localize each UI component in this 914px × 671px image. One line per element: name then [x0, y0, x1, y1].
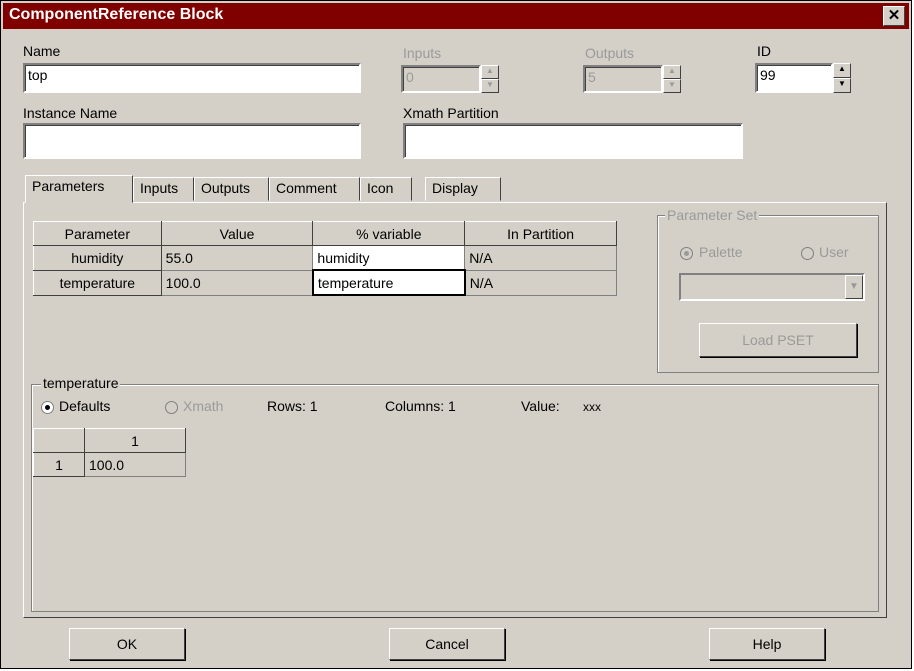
chevron-down-icon[interactable]: ▼ [845, 275, 863, 299]
instance-name-input[interactable] [23, 123, 361, 159]
tab-icon[interactable]: Icon [360, 177, 412, 201]
xmath-label: Xmath [183, 398, 224, 414]
temperature-group-title: temperature [41, 375, 121, 391]
table-cell[interactable]: humidity [312, 245, 466, 271]
help-button[interactable]: Help [709, 628, 825, 660]
name-input[interactable]: top [23, 63, 361, 93]
matrix-table[interactable]: 1 1 100.0 [33, 428, 186, 477]
name-label: Name [23, 43, 61, 59]
outputs-field[interactable]: 5 [583, 65, 663, 93]
ok-button[interactable]: OK [69, 628, 185, 660]
tab-outputs[interactable]: Outputs [194, 177, 269, 201]
xmath-partition-label: Xmath Partition [403, 105, 499, 121]
inputs-field[interactable]: 0 [401, 65, 481, 93]
rows-count: Rows: 1 [267, 398, 318, 414]
spin-down-icon[interactable]: ▼ [663, 79, 681, 93]
palette-radio[interactable] [680, 247, 693, 260]
pset-dropdown[interactable]: ▼ [679, 273, 865, 301]
id-field[interactable]: 99 [755, 63, 833, 93]
tab-inputs[interactable]: Inputs [133, 177, 194, 201]
value-text: xxx [583, 400, 601, 414]
table-cell-selected[interactable]: temperature [311, 269, 466, 296]
spin-up-icon[interactable]: ▲ [833, 63, 851, 78]
inputs-label: Inputs [403, 45, 442, 61]
spin-up-icon[interactable]: ▲ [663, 65, 681, 79]
spin-up-icon[interactable]: ▲ [481, 65, 499, 79]
table-row[interactable]: temperature 100.0 temperature N/A [33, 269, 617, 296]
palette-label: Palette [699, 244, 743, 260]
table-cell[interactable]: 100.0 [84, 452, 186, 477]
user-label: User [819, 244, 849, 260]
xmath-radio[interactable] [165, 401, 178, 414]
window-title: ComponentReference Block [9, 6, 224, 23]
table-header-row: 1 [33, 428, 186, 453]
outputs-stepper[interactable]: ▲ ▼ [663, 65, 681, 93]
table-row[interactable]: 1 100.0 [33, 452, 186, 477]
user-radio[interactable] [801, 247, 814, 260]
cancel-button[interactable]: Cancel [389, 628, 505, 660]
load-pset-button[interactable]: Load PSET [699, 323, 857, 357]
table-cell[interactable]: 100.0 [160, 269, 314, 296]
value-label: Value: [521, 398, 560, 414]
column-header[interactable]: 1 [84, 428, 186, 453]
column-header[interactable]: % variable [312, 221, 466, 246]
id-stepper[interactable]: ▲ ▼ [833, 63, 851, 93]
outputs-label: Outputs [585, 45, 635, 61]
title-bar[interactable]: ComponentReference Block ✕ [3, 3, 909, 29]
id-label: ID [757, 43, 771, 59]
parameter-set-title: Parameter Set [665, 207, 760, 223]
instance-name-label: Instance Name [23, 105, 118, 121]
parameter-table[interactable]: Parameter Value % variable In Partition … [33, 221, 617, 296]
row-header[interactable]: humidity [33, 245, 162, 271]
spin-down-icon[interactable]: ▼ [481, 79, 499, 93]
column-header[interactable]: Value [160, 221, 314, 246]
columns-count: Columns: 1 [385, 398, 456, 414]
xmath-partition-input[interactable] [403, 123, 743, 159]
row-header[interactable]: temperature [33, 269, 162, 296]
table-cell[interactable]: N/A [464, 245, 617, 271]
tab-parameters[interactable]: Parameters [25, 175, 133, 203]
column-header[interactable]: In Partition [464, 221, 617, 246]
spin-down-icon[interactable]: ▼ [833, 78, 851, 93]
tab-comment[interactable]: Comment [269, 177, 360, 201]
defaults-label: Defaults [59, 398, 111, 414]
table-header-row: Parameter Value % variable In Partition [33, 221, 617, 246]
column-header[interactable]: Parameter [33, 221, 162, 246]
table-row[interactable]: humidity 55.0 humidity N/A [33, 245, 617, 271]
row-header[interactable]: 1 [33, 452, 85, 477]
tab-display[interactable]: Display [425, 177, 501, 201]
table-cell[interactable]: 55.0 [160, 245, 314, 271]
corner-cell [33, 428, 85, 453]
inputs-stepper[interactable]: ▲ ▼ [481, 65, 499, 93]
defaults-radio[interactable] [41, 401, 54, 414]
temperature-group [31, 384, 879, 612]
table-cell[interactable]: N/A [464, 269, 617, 296]
dialog-window: ComponentReference Block ✕ Name top Inpu… [0, 0, 912, 669]
close-icon[interactable]: ✕ [883, 6, 905, 26]
